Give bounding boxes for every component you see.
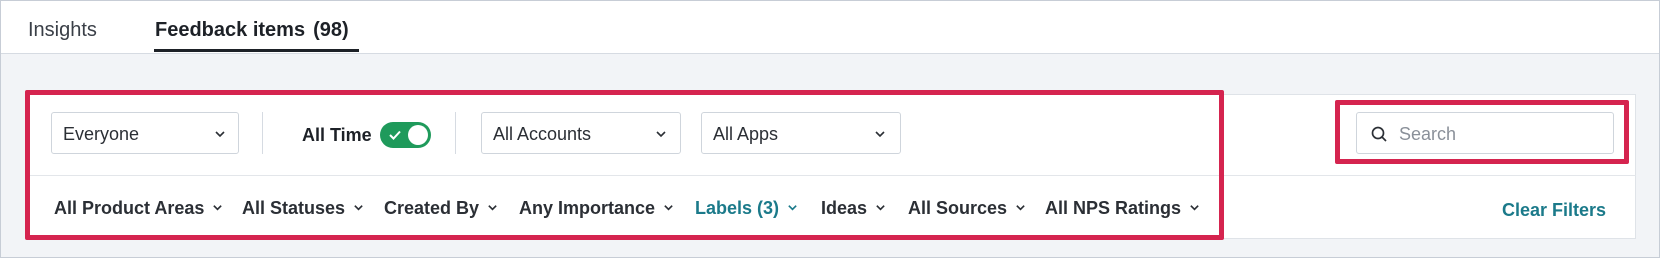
highlight-box-search — [1335, 100, 1629, 164]
tab-feedback-items[interactable]: Feedback items (98) — [155, 19, 349, 42]
tab-bar: Insights Feedback items (98) — [1, 1, 1659, 54]
tab-feedback-items-count: (98) — [313, 19, 349, 41]
active-tab-indicator — [154, 49, 359, 52]
clear-filters-link[interactable]: Clear Filters — [1502, 200, 1606, 221]
tab-feedback-items-label: Feedback items — [155, 19, 306, 41]
tab-insights[interactable]: Insights — [28, 19, 97, 42]
tab-insights-label: Insights — [28, 19, 97, 41]
highlight-box-filters — [25, 90, 1224, 240]
